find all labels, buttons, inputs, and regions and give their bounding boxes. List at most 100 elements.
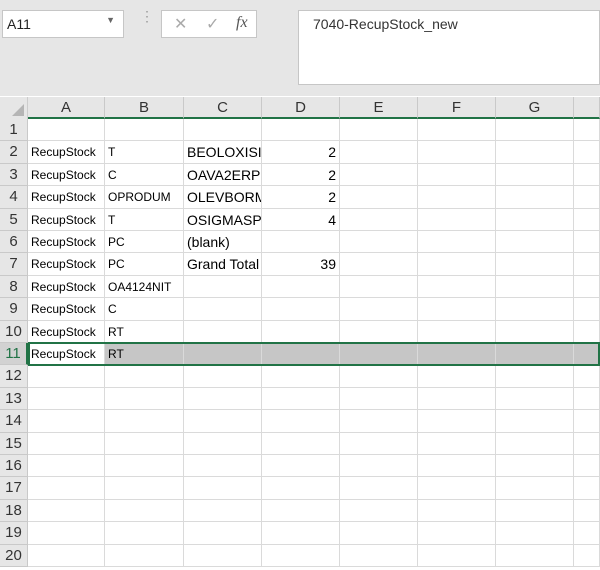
cell[interactable] <box>105 455 184 478</box>
cell-C8[interactable] <box>184 275 262 299</box>
cell[interactable] <box>184 499 262 523</box>
cell[interactable] <box>105 410 184 433</box>
cell-B3[interactable]: C <box>105 163 184 187</box>
cell[interactable] <box>262 432 340 455</box>
column-header-A[interactable]: A <box>28 97 105 119</box>
cell[interactable] <box>574 141 600 164</box>
cell[interactable] <box>574 365 600 388</box>
cell[interactable] <box>496 186 574 209</box>
cell-C3[interactable]: OAVA2ERP <box>184 163 262 187</box>
cell[interactable] <box>574 522 600 545</box>
cell[interactable] <box>340 163 418 187</box>
cell[interactable] <box>340 231 418 254</box>
row-header-11[interactable]: 11 <box>0 343 28 366</box>
cell[interactable] <box>418 186 496 209</box>
cancel-icon[interactable]: ✕ <box>174 14 187 34</box>
cell[interactable] <box>496 208 574 231</box>
row-header-7[interactable]: 7 <box>0 253 28 276</box>
cell-C10[interactable] <box>184 320 262 343</box>
row-header-9[interactable]: 9 <box>0 298 28 321</box>
insert-function-icon[interactable]: fx <box>236 14 248 32</box>
cell[interactable] <box>28 387 105 411</box>
cell[interactable] <box>340 387 418 411</box>
cell[interactable] <box>574 163 600 187</box>
column-header-E[interactable]: E <box>340 97 418 119</box>
row-header-12[interactable]: 12 <box>0 365 28 388</box>
cell[interactable] <box>574 544 600 567</box>
cell[interactable] <box>496 320 574 343</box>
name-box[interactable]: A11 ▼ <box>2 10 124 38</box>
cell[interactable] <box>340 455 418 478</box>
cell[interactable] <box>105 365 184 388</box>
cell[interactable] <box>574 387 600 411</box>
cell[interactable] <box>418 163 496 187</box>
cell-D3[interactable]: 2 <box>262 163 340 187</box>
cell[interactable] <box>262 455 340 478</box>
cell[interactable] <box>340 208 418 231</box>
cell[interactable] <box>262 410 340 433</box>
cell[interactable] <box>105 522 184 545</box>
cell[interactable] <box>496 163 574 187</box>
row-header-14[interactable]: 14 <box>0 410 28 433</box>
cell[interactable] <box>340 432 418 455</box>
cell[interactable] <box>184 365 262 388</box>
cell[interactable] <box>496 365 574 388</box>
cell[interactable] <box>262 544 340 567</box>
cell[interactable] <box>105 499 184 523</box>
cell[interactable] <box>418 544 496 567</box>
cell[interactable] <box>184 119 262 142</box>
cell[interactable] <box>184 432 262 455</box>
cell[interactable] <box>574 208 600 231</box>
cell-D10[interactable] <box>262 320 340 343</box>
cell[interactable] <box>262 477 340 500</box>
cell[interactable] <box>418 499 496 523</box>
cell-C5[interactable]: OSIGMASP <box>184 208 262 231</box>
cell[interactable] <box>496 253 574 276</box>
cell[interactable] <box>184 387 262 411</box>
row-header-4[interactable]: 4 <box>0 186 28 209</box>
column-header-G[interactable]: G <box>496 97 574 119</box>
row-header-10[interactable]: 10 <box>0 320 28 343</box>
cell[interactable] <box>418 365 496 388</box>
column-header-D[interactable]: D <box>262 97 340 119</box>
cell[interactable] <box>28 499 105 523</box>
cell-D7[interactable]: 39 <box>262 253 340 276</box>
cell[interactable] <box>28 410 105 433</box>
cell-A6[interactable]: RecupStock <box>28 231 105 254</box>
cell[interactable] <box>496 499 574 523</box>
cell[interactable] <box>340 410 418 433</box>
cell-C9[interactable] <box>184 298 262 321</box>
row-header-18[interactable]: 18 <box>0 499 28 523</box>
cell[interactable] <box>574 499 600 523</box>
cell[interactable] <box>574 298 600 321</box>
cell[interactable] <box>184 544 262 567</box>
cell[interactable] <box>105 432 184 455</box>
cell[interactable] <box>418 477 496 500</box>
cell-A10[interactable]: RecupStock <box>28 320 105 343</box>
cell[interactable] <box>184 522 262 545</box>
chevron-down-icon[interactable]: ▼ <box>106 15 115 25</box>
cell-D8[interactable] <box>262 275 340 299</box>
cell[interactable] <box>418 455 496 478</box>
cell[interactable] <box>418 119 496 142</box>
cell[interactable] <box>105 119 184 142</box>
cell[interactable] <box>574 455 600 478</box>
cell[interactable] <box>262 387 340 411</box>
cell-B5[interactable]: T <box>105 208 184 231</box>
cell[interactable] <box>28 119 105 142</box>
cell[interactable] <box>496 455 574 478</box>
cell[interactable] <box>340 365 418 388</box>
cell-A2[interactable]: RecupStock <box>28 141 105 164</box>
drag-handle-icon[interactable]: ⋮ <box>140 9 154 23</box>
cell[interactable] <box>496 141 574 164</box>
column-header-extra[interactable] <box>574 97 600 119</box>
cell[interactable] <box>28 365 105 388</box>
cell-B8[interactable]: OA4124NIT <box>105 275 184 299</box>
row-header-19[interactable]: 19 <box>0 522 28 545</box>
cell[interactable] <box>105 477 184 500</box>
column-header-F[interactable]: F <box>418 97 496 119</box>
cell[interactable] <box>340 186 418 209</box>
cell[interactable] <box>496 119 574 142</box>
cell[interactable] <box>574 320 600 343</box>
cell-D6[interactable] <box>262 231 340 254</box>
